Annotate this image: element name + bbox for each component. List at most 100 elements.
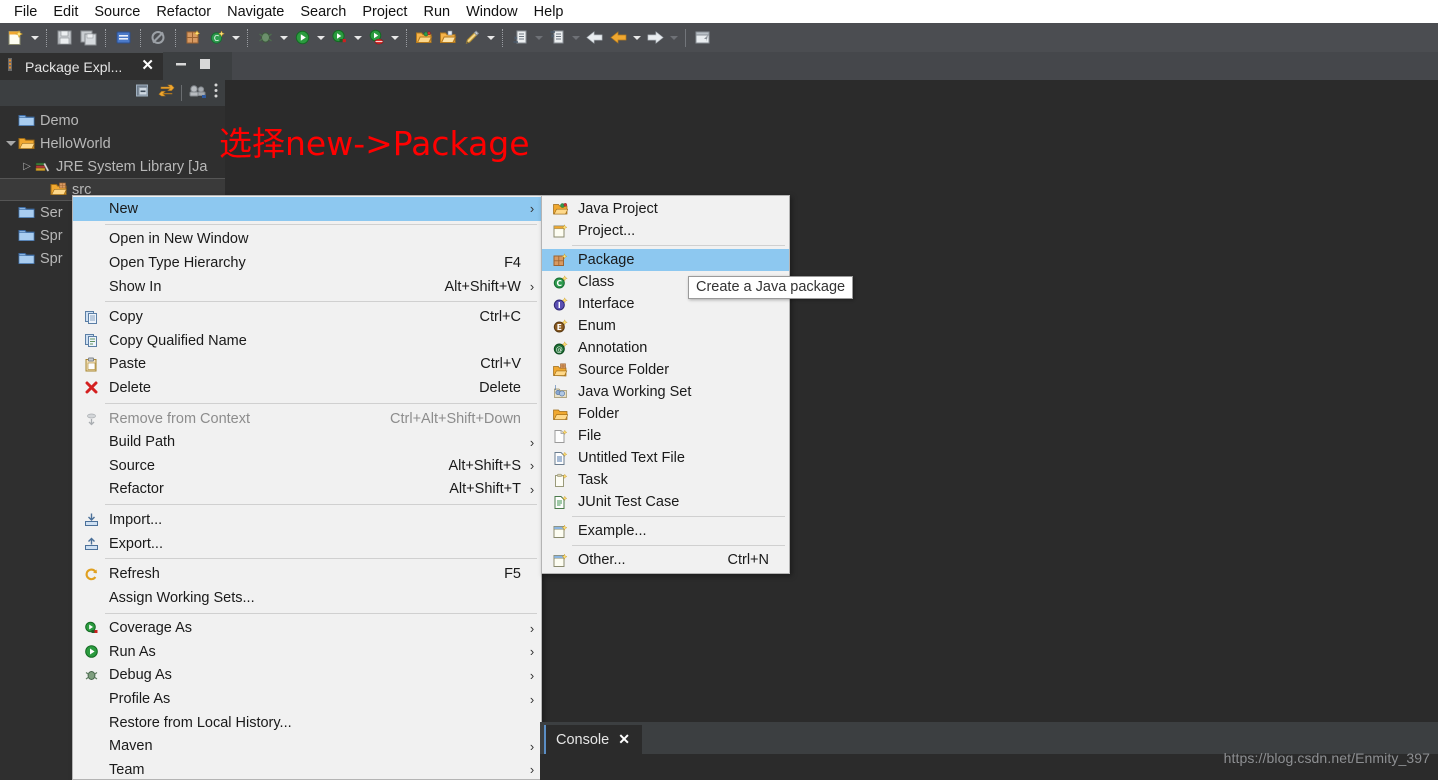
search-icon[interactable] — [461, 27, 483, 49]
chevron-down-icon[interactable] — [4, 141, 18, 146]
focus-on-active-task-icon[interactable] — [188, 83, 207, 104]
menu-item-new[interactable]: New› — [73, 197, 541, 221]
back-dropdown-icon[interactable] — [630, 27, 643, 49]
save-icon[interactable] — [53, 27, 75, 49]
run-dropdown-icon[interactable] — [314, 27, 327, 49]
menu-item-profile-as[interactable]: Profile As› — [73, 687, 541, 711]
next-annotation-icon[interactable] — [509, 27, 531, 49]
search-dropdown-icon[interactable] — [484, 27, 497, 49]
menu-item-restore-from-local-history[interactable]: Restore from Local History...› — [73, 711, 541, 735]
forward-dropdown-icon[interactable] — [667, 27, 680, 49]
menu-item-refresh[interactable]: RefreshF5› — [73, 562, 541, 586]
debug-icon[interactable] — [254, 27, 276, 49]
back-icon[interactable] — [583, 27, 605, 49]
menu-edit[interactable]: Edit — [45, 2, 86, 22]
menu-item-folder[interactable]: Folder› — [542, 403, 789, 425]
menu-item-enum[interactable]: EEnum› — [542, 315, 789, 337]
menu-item-copy-qualified-name[interactable]: Copy Qualified Name› — [73, 329, 541, 353]
menu-item-coverage-as[interactable]: Coverage As› — [73, 617, 541, 641]
menu-file[interactable]: File — [6, 2, 45, 22]
view-menu-icon[interactable] — [213, 82, 219, 104]
coverage-dropdown-icon[interactable] — [351, 27, 364, 49]
menu-item-assign-working-sets[interactable]: Assign Working Sets...› — [73, 586, 541, 610]
menu-item-maven[interactable]: Maven› — [73, 734, 541, 758]
link-with-editor-icon[interactable] — [158, 83, 175, 104]
tab-package-explorer[interactable]: Package Expl... ✕ — [0, 52, 163, 80]
menu-icon-placeholder — [77, 229, 105, 249]
close-icon[interactable]: ✕ — [141, 58, 154, 74]
previous-annotation-dropdown-icon[interactable] — [569, 27, 582, 49]
menu-item-java-working-set[interactable]: JJava Working Set› — [542, 381, 789, 403]
new-wizard-dropdown-icon[interactable] — [28, 27, 41, 49]
run-icon[interactable] — [291, 27, 313, 49]
collapse-all-icon[interactable] — [135, 83, 152, 104]
menu-item-other[interactable]: Other...Ctrl+N› — [542, 549, 789, 571]
print-icon[interactable] — [112, 27, 134, 49]
menu-navigate[interactable]: Navigate — [219, 2, 292, 22]
tab-console[interactable]: Console ✕ — [544, 725, 642, 754]
open-task-icon[interactable] — [437, 27, 459, 49]
menu-item-show-in[interactable]: Show InAlt+Shift+W› — [73, 275, 541, 299]
open-type-icon[interactable] — [413, 27, 435, 49]
external-tools-icon[interactable] — [365, 27, 387, 49]
tree-item-helloworld[interactable]: HelloWorld — [0, 132, 225, 155]
menu-separator — [105, 403, 537, 404]
menu-item-project[interactable]: Project...› — [542, 220, 789, 242]
new-java-class-dropdown-icon[interactable] — [229, 27, 242, 49]
maximize-icon[interactable] — [198, 57, 212, 76]
menu-item-java-project[interactable]: Java Project› — [542, 198, 789, 220]
menu-help[interactable]: Help — [526, 2, 572, 22]
menu-search[interactable]: Search — [292, 2, 354, 22]
debug-dropdown-icon[interactable] — [277, 27, 290, 49]
external-tools-dropdown-icon[interactable] — [388, 27, 401, 49]
toggle-breakpoint-icon[interactable] — [147, 27, 169, 49]
menu-item-export[interactable]: Export...› — [73, 532, 541, 556]
menu-item-untitled-text-file[interactable]: Untitled Text File› — [542, 447, 789, 469]
new-java-class-icon[interactable]: C — [206, 27, 228, 49]
new-java-package-icon[interactable] — [182, 27, 204, 49]
forward-icon[interactable] — [644, 27, 666, 49]
menu-item-copy[interactable]: CopyCtrl+C› — [73, 305, 541, 329]
package-explorer-icon — [6, 57, 20, 77]
menu-project[interactable]: Project — [354, 2, 415, 22]
menu-item-label: Profile As — [105, 691, 527, 707]
menu-refactor[interactable]: Refactor — [148, 2, 219, 22]
menu-item-source[interactable]: SourceAlt+Shift+S› — [73, 454, 541, 478]
menu-window[interactable]: Window — [458, 2, 526, 22]
coverage-icon[interactable] — [328, 27, 350, 49]
new-wizard-icon[interactable] — [5, 27, 27, 49]
menu-item-source-folder[interactable]: Source Folder› — [542, 359, 789, 381]
menu-run[interactable]: Run — [415, 2, 458, 22]
minimize-icon[interactable] — [174, 57, 188, 76]
previous-annotation-icon[interactable] — [546, 27, 568, 49]
new-window-icon[interactable] — [692, 27, 714, 49]
menu-item-build-path[interactable]: Build Path› — [73, 430, 541, 454]
menu-item-debug-as[interactable]: Debug As› — [73, 664, 541, 688]
menu-submenu-placeholder: › — [527, 536, 541, 551]
menu-item-delete[interactable]: DeleteDelete› — [73, 376, 541, 400]
menu-item-refactor[interactable]: RefactorAlt+Shift+T› — [73, 478, 541, 502]
menu-item-import[interactable]: Import...› — [73, 508, 541, 532]
menu-source[interactable]: Source — [86, 2, 148, 22]
menu-submenu-placeholder: › — [775, 319, 789, 334]
menu-item-label: Copy — [105, 309, 480, 325]
tree-item-demo[interactable]: Demo — [0, 109, 225, 132]
close-icon[interactable]: ✕ — [618, 731, 630, 748]
menu-item-annotation[interactable]: @Annotation› — [542, 337, 789, 359]
menu-item-package[interactable]: Package› — [542, 249, 789, 271]
menu-item-example[interactable]: Example...› — [542, 520, 789, 542]
tree-item-jre-system-library-ja[interactable]: JRE System Library [Ja — [0, 155, 225, 178]
menu-item-task[interactable]: Task› — [542, 469, 789, 491]
menu-item-file[interactable]: File› — [542, 425, 789, 447]
menu-item-paste[interactable]: PasteCtrl+V› — [73, 353, 541, 377]
save-all-icon[interactable] — [77, 27, 99, 49]
chevron-right-icon[interactable] — [20, 162, 34, 172]
next-annotation-dropdown-icon[interactable] — [532, 27, 545, 49]
menu-item-open-in-new-window[interactable]: Open in New Window› — [73, 228, 541, 252]
back-history-icon[interactable] — [607, 27, 629, 49]
menu-item-run-as[interactable]: Run As› — [73, 640, 541, 664]
menu-item-junit-test-case[interactable]: JUnit Test Case› — [542, 491, 789, 513]
menu-separator — [105, 224, 537, 225]
menu-item-team[interactable]: Team› — [73, 758, 541, 780]
menu-item-open-type-hierarchy[interactable]: Open Type HierarchyF4› — [73, 251, 541, 275]
